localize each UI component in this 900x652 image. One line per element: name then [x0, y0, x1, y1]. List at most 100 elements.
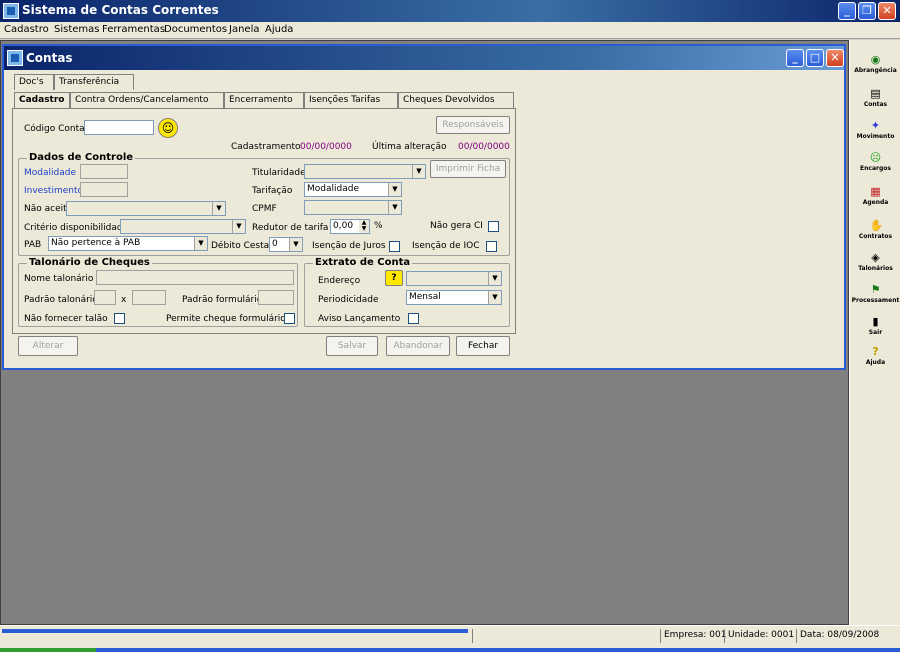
tab-contra-ordens[interactable]: Contra Ordens/Cancelamento — [70, 92, 224, 108]
chevron-down-icon: ▼ — [194, 237, 207, 250]
tab-docs[interactable]: Doc's — [14, 74, 54, 90]
status-separator — [724, 629, 725, 643]
contas-title-bar: Contas _ □ ✕ — [4, 46, 844, 70]
child-maximize-button[interactable]: □ — [806, 49, 824, 67]
child-minimize-button[interactable]: _ — [786, 49, 804, 67]
tab-isencoes-tarifas[interactable]: Isenções Tarifas — [304, 92, 398, 108]
alterar-button[interactable]: Alterar — [18, 336, 78, 356]
tarifacao-value: Modalidade — [307, 184, 359, 194]
menu-documentos[interactable]: Documentos — [164, 24, 227, 35]
progress-bar — [2, 629, 468, 633]
toolbar-talonarios[interactable]: ◈ Talonários — [850, 252, 900, 273]
contas-title: Contas — [26, 51, 73, 65]
cpmf-select[interactable]: ▼ — [304, 200, 402, 215]
salvar-button[interactable]: Salvar — [326, 336, 378, 356]
criterio-select[interactable]: ▼ — [120, 219, 246, 234]
x-label: x — [121, 295, 127, 305]
permite-label: Permite cheque formulário — [166, 314, 286, 324]
endereco-help-button[interactable]: ? — [385, 270, 403, 286]
status-separator — [472, 629, 473, 643]
padrao-formulario-input[interactable] — [258, 290, 294, 305]
search-smiley-button[interactable]: ☺ — [158, 118, 178, 138]
fechar-button[interactable]: Fechar — [456, 336, 510, 356]
debito-cesta-label: Débito Cesta — [211, 241, 270, 251]
toolbar-label: Encargos — [860, 165, 891, 172]
toolbar-ajuda[interactable]: ? Ajuda — [850, 346, 900, 367]
padrao-formulario-label: Padrão formulário — [182, 295, 263, 305]
talonario-title: Talonário de Cheques — [27, 257, 152, 268]
close-button[interactable]: ✕ — [878, 2, 896, 20]
toolbar-encargos[interactable]: ☹ Encargos — [850, 151, 900, 173]
investimento-label[interactable]: Investimento — [24, 186, 83, 196]
modalidade-label[interactable]: Modalidade — [24, 168, 76, 178]
menu-ferramentas[interactable]: Ferramentas — [102, 24, 165, 35]
responsaveis-button[interactable]: Responsáveis — [436, 116, 510, 134]
pab-label: PAB — [24, 240, 42, 250]
extrato-title: Extrato de Conta — [313, 257, 413, 268]
nao-aceitar-select[interactable]: ▼ — [66, 201, 226, 216]
toolbar-label: Ajuda — [865, 359, 886, 366]
calendar-icon: ▦ — [870, 185, 881, 198]
nome-talonario-input[interactable] — [96, 270, 294, 285]
abandonar-button[interactable]: Abandonar — [386, 336, 450, 356]
endereco-select[interactable]: ▼ — [406, 271, 502, 286]
child-close-button[interactable]: ✕ — [826, 49, 844, 67]
permite-checkbox[interactable] — [284, 313, 295, 324]
endereco-label: Endereço — [318, 276, 361, 286]
cadastramento-value: 00/00/0000 — [300, 142, 352, 152]
menu-cadastro[interactable]: Cadastro — [4, 24, 49, 35]
tab-transferencia[interactable]: Transferência — [54, 74, 134, 90]
pab-select[interactable]: Não pertence à PAB ▼ — [48, 236, 208, 251]
investimento-input[interactable] — [80, 182, 128, 197]
smiley-icon: ☹ — [869, 151, 882, 164]
percent-label: % — [374, 221, 383, 231]
padrao-talonario-input-2[interactable] — [132, 290, 166, 305]
menu-sistemas[interactable]: Sistemas — [54, 24, 100, 35]
chevron-down-icon: ▼ — [388, 183, 401, 196]
criterio-label: Critério disponibilidade — [24, 223, 129, 233]
tarifacao-select[interactable]: Modalidade ▼ — [304, 182, 402, 197]
toolbar-processament[interactable]: ⚑ Processament — [850, 283, 900, 305]
minimize-button[interactable]: _ — [838, 2, 856, 20]
periodicidade-select[interactable]: Mensal ▼ — [406, 290, 502, 305]
debito-cesta-select[interactable]: 0 ▼ — [269, 237, 303, 252]
redutor-input[interactable]: 0,00 ▲ ▼ — [330, 219, 370, 234]
toolbar-contas[interactable]: ▤ Contas — [850, 88, 900, 109]
flag-icon: ⚑ — [870, 283, 881, 296]
modalidade-input[interactable] — [80, 164, 128, 179]
toolbar-sair[interactable]: ▮ Sair — [850, 315, 900, 337]
toolbar-abrangencia[interactable]: ◉ Abrangência — [850, 54, 900, 75]
tab-cadastro[interactable]: Cadastro — [14, 92, 70, 108]
dados-controle-title: Dados de Controle — [27, 152, 136, 163]
toolbar-contratos[interactable]: ✋ Contratos — [850, 220, 900, 241]
tab-cheques-devolvidos[interactable]: Cheques Devolvidos — [398, 92, 514, 108]
codigo-conta-input[interactable] — [84, 120, 154, 135]
padrao-talonario-input[interactable] — [94, 290, 116, 305]
isencao-juros-checkbox[interactable] — [389, 241, 400, 252]
right-toolbar: ◉ Abrangência ▤ Contas ✦ Movimento ☹ Encargo… — [849, 40, 900, 625]
titularidade-select[interactable]: ▼ — [304, 164, 426, 179]
tarifacao-label: Tarifação — [252, 186, 293, 196]
tab-encerramento[interactable]: Encerramento — [224, 92, 304, 108]
imprimir-ficha-button[interactable]: Imprimir Ficha — [430, 160, 506, 178]
aviso-lancamento-checkbox[interactable] — [408, 313, 419, 324]
toolbar-agenda[interactable]: ▦ Agenda — [850, 185, 900, 207]
restore-button[interactable]: ❐ — [858, 2, 876, 20]
nao-fornecer-checkbox[interactable] — [114, 313, 125, 324]
app-title-bar: Sistema de Contas Correntes _ ❐ ✕ — [0, 0, 900, 22]
menu-janela[interactable]: Janela — [229, 24, 259, 35]
toolbar-label: Abrangência — [854, 67, 897, 74]
app-title: Sistema de Contas Correntes — [22, 3, 219, 17]
menu-ajuda[interactable]: Ajuda — [265, 24, 293, 35]
aviso-lancamento-label: Aviso Lançamento — [318, 314, 401, 324]
isencao-ioc-checkbox[interactable] — [486, 241, 497, 252]
redutor-value: 0,00 — [333, 221, 354, 231]
spinner-icon[interactable]: ▲ ▼ — [359, 220, 369, 233]
ultima-alteracao-label: Última alteração — [372, 142, 447, 152]
nao-gera-ci-checkbox[interactable] — [488, 221, 499, 232]
toolbar-movimento[interactable]: ✦ Movimento — [850, 120, 900, 141]
debito-cesta-value: 0 — [272, 239, 278, 249]
redutor-label: Redutor de tarifa — [252, 223, 329, 233]
taskbar-strip — [96, 648, 900, 652]
exit-icon: ▮ — [872, 315, 879, 328]
